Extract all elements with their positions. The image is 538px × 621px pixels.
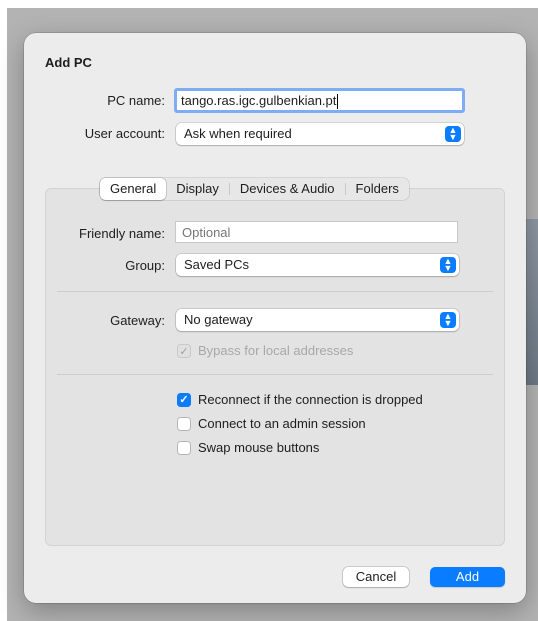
swap-mouse-checkbox[interactable]	[177, 441, 191, 455]
tab-devices-audio[interactable]: Devices & Audio	[230, 178, 345, 200]
add-button[interactable]: Add	[430, 567, 505, 587]
bypass-label: Bypass for local addresses	[198, 343, 354, 358]
text-caret	[337, 94, 339, 110]
cancel-button[interactable]: Cancel	[343, 567, 409, 587]
checkmark-icon: ✓	[179, 394, 189, 406]
user-account-label: User account:	[84, 126, 165, 141]
reconnect-checkbox[interactable]: ✓	[177, 393, 191, 407]
up-down-chevron-icon: ▲ ▼	[440, 312, 456, 328]
admin-session-label: Connect to an admin session	[198, 416, 366, 431]
group-label: Group:	[125, 258, 165, 273]
gateway-popup[interactable]: No gateway ▲ ▼	[176, 309, 459, 331]
reconnect-label: Reconnect if the connection is dropped	[198, 392, 423, 407]
add-pc-dialog: Add PC PC name: tango.ras.igc.gulbenkian…	[24, 33, 526, 603]
bypass-checkbox[interactable]: ✓	[177, 344, 191, 358]
group-value: Saved PCs	[184, 257, 250, 272]
friendly-name-input[interactable]	[175, 221, 458, 243]
swap-mouse-label: Swap mouse buttons	[198, 440, 320, 455]
section-separator	[57, 291, 493, 292]
dialog-title: Add PC	[45, 55, 92, 70]
section-separator	[57, 374, 493, 375]
user-account-value: Ask when required	[184, 126, 292, 141]
checkmark-icon: ✓	[179, 346, 189, 358]
admin-session-checkbox[interactable]	[177, 417, 191, 431]
gateway-value: No gateway	[184, 312, 253, 327]
pc-name-value: tango.ras.igc.gulbenkian.pt	[181, 93, 337, 108]
gateway-label: Gateway:	[110, 313, 165, 328]
tab-bar: General Display Devices & Audio Folders	[100, 178, 409, 200]
friendly-name-label: Friendly name:	[79, 226, 165, 241]
tab-display[interactable]: Display	[166, 178, 229, 200]
up-down-chevron-icon: ▲ ▼	[445, 126, 461, 142]
group-popup[interactable]: Saved PCs ▲ ▼	[176, 254, 459, 276]
up-down-chevron-icon: ▲ ▼	[440, 257, 456, 273]
tab-general[interactable]: General	[100, 178, 167, 200]
pc-name-input[interactable]: tango.ras.igc.gulbenkian.pt	[174, 88, 465, 113]
pc-name-label: PC name:	[107, 93, 165, 108]
tab-folders[interactable]: Folders	[346, 178, 409, 200]
user-account-popup[interactable]: Ask when required ▲ ▼	[176, 123, 464, 145]
background-window-edge	[524, 219, 538, 385]
